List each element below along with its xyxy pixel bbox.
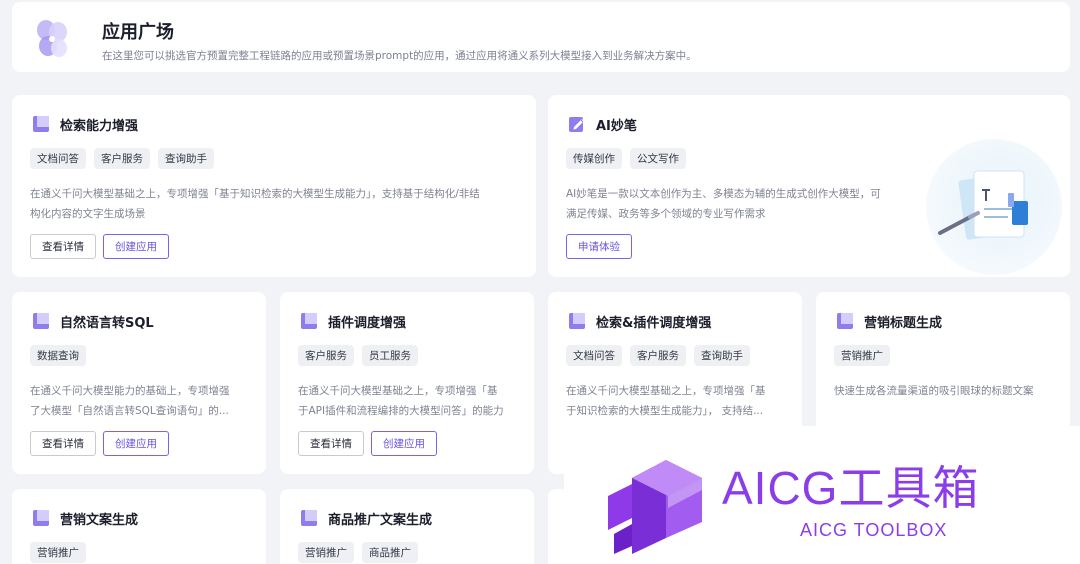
card-description: 在通义千问大模型基础之上，专项增强「基于知识检索的大模型生成能力」，支持基于结构…	[30, 184, 480, 224]
card-title: AI妙笔	[596, 119, 637, 134]
apply-trial-button[interactable]: 申请体验	[566, 234, 632, 259]
bookmark-icon	[33, 116, 49, 132]
page-description: 在这里您可以挑选官方预置完整工程链路的应用或预置场景prompt的应用，通过应用…	[102, 50, 697, 62]
view-details-button[interactable]: 查看详情	[30, 431, 96, 456]
card-title: 检索&插件调度增强	[596, 316, 712, 331]
tag: 客户服务	[94, 148, 150, 169]
create-app-button[interactable]: 创建应用	[371, 431, 437, 456]
card-title: 检索能力增强	[60, 119, 139, 134]
bookmark-icon	[569, 313, 585, 329]
description-line: 在通义千问大模型基础之上，专项增强「基	[566, 385, 766, 397]
description-line: 了大模型「自然语言转SQL查询语句」的...	[30, 405, 229, 417]
description-line: 快速生成各流量渠道的吸引眼球的标题文案	[834, 385, 1034, 397]
create-app-button[interactable]: 创建应用	[103, 234, 169, 259]
watermark-subtitle: AICG TOOLBOX	[800, 520, 948, 540]
view-details-button[interactable]: 查看详情	[30, 234, 96, 259]
tag: 营销推广	[834, 345, 890, 366]
app-square-logo-icon	[37, 20, 67, 57]
tag: 商品推广	[362, 542, 418, 563]
tag: 公文写作	[630, 148, 686, 169]
tag: 客户服务	[630, 345, 686, 366]
card-description: 在通义千问大模型能力的基础上，专项增强 了大模型「自然语言转SQL查询语句」的.…	[30, 381, 230, 421]
app-card-marketing-copy[interactable]: 营销文案生成 营销推广	[12, 489, 266, 564]
description-line: 于知识检索的大模型生成能力」， 支持结...	[566, 405, 764, 417]
description-line: 于API插件和流程编排的大模型问答」的能力	[298, 405, 504, 417]
bookmark-icon	[301, 313, 317, 329]
edit-icon	[569, 117, 584, 132]
tag: 传媒创作	[566, 148, 622, 169]
card-title: 营销文案生成	[60, 513, 139, 528]
bookmark-icon	[33, 313, 49, 329]
description-line: 满足传媒、政务等多个领域的专业写作需求	[566, 208, 766, 220]
tag: 营销推广	[298, 542, 354, 563]
bookmark-icon	[33, 510, 49, 526]
description-line: 在通义千问大模型基础之上，专项增强「基	[298, 385, 498, 397]
tag: 营销推广	[30, 542, 86, 563]
card-description: 在通义千问大模型基础之上，专项增强「基 于知识检索的大模型生成能力」， 支持结.…	[566, 381, 766, 421]
tag: 文档问答	[566, 345, 622, 366]
card-title: 插件调度增强	[328, 316, 407, 331]
aicg-toolbox-watermark: AICG工具箱 AICG TOOLBOX	[564, 426, 1080, 564]
card-title: 自然语言转SQL	[60, 316, 154, 331]
card-description: 在通义千问大模型基础之上，专项增强「基 于API插件和流程编排的大模型问答」的能…	[298, 381, 504, 421]
create-app-button[interactable]: 创建应用	[103, 431, 169, 456]
page-title: 应用广场	[102, 22, 174, 43]
tag: 文档问答	[30, 148, 86, 169]
tag: 员工服务	[362, 345, 418, 366]
watermark-title: AICG工具箱	[722, 462, 980, 514]
app-card-plugin-scheduling[interactable]: 插件调度增强 客户服务 员工服务 在通义千问大模型基础之上，专项增强「基 于AP…	[280, 292, 534, 474]
bookmark-icon	[301, 510, 317, 526]
aicg-logo-icon	[608, 460, 702, 554]
description-line: AI妙笔是一款以文本创作为主、多模态为辅的生成式创作大模型，可	[566, 188, 881, 200]
description-line: 在通义千问大模型基础之上，专项增强「基于知识检索的大模型生成能力」，支持基于结构…	[30, 188, 480, 200]
tag: 数据查询	[30, 345, 86, 366]
card-description: 快速生成各流量渠道的吸引眼球的标题文案	[834, 381, 1034, 401]
app-card-product-promo[interactable]: 商品推广文案生成 营销推广 商品推广	[280, 489, 534, 564]
bookmark-icon	[837, 313, 853, 329]
description-line: 在通义千问大模型能力的基础上，专项增强	[30, 385, 230, 397]
tag: 查询助手	[158, 148, 214, 169]
tag: 客户服务	[298, 345, 354, 366]
card-title: 商品推广文案生成	[328, 513, 433, 528]
app-card-nl2sql[interactable]: 自然语言转SQL 数据查询 在通义千问大模型能力的基础上，专项增强 了大模型「自…	[12, 292, 266, 474]
page-header: 应用广场 在这里您可以挑选官方预置完整工程链路的应用或预置场景prompt的应用…	[12, 2, 1070, 72]
card-description: AI妙笔是一款以文本创作为主、多模态为辅的生成式创作大模型，可 满足传媒、政务等…	[566, 184, 881, 224]
description-line: 构化内容的文字生成场景	[30, 208, 146, 220]
app-card-retrieval[interactable]: 检索能力增强 文档问答 客户服务 查询助手 在通义千问大模型基础之上，专项增强「…	[12, 95, 536, 277]
tag: 查询助手	[694, 345, 750, 366]
app-card-ai-writer[interactable]: AI妙笔 传媒创作 公文写作 AI妙笔是一款以文本创作为主、多模态为辅的生成式创…	[548, 95, 1070, 277]
document-pen-illustration-icon	[926, 139, 1062, 275]
view-details-button[interactable]: 查看详情	[298, 431, 364, 456]
card-title: 营销标题生成	[864, 316, 943, 331]
